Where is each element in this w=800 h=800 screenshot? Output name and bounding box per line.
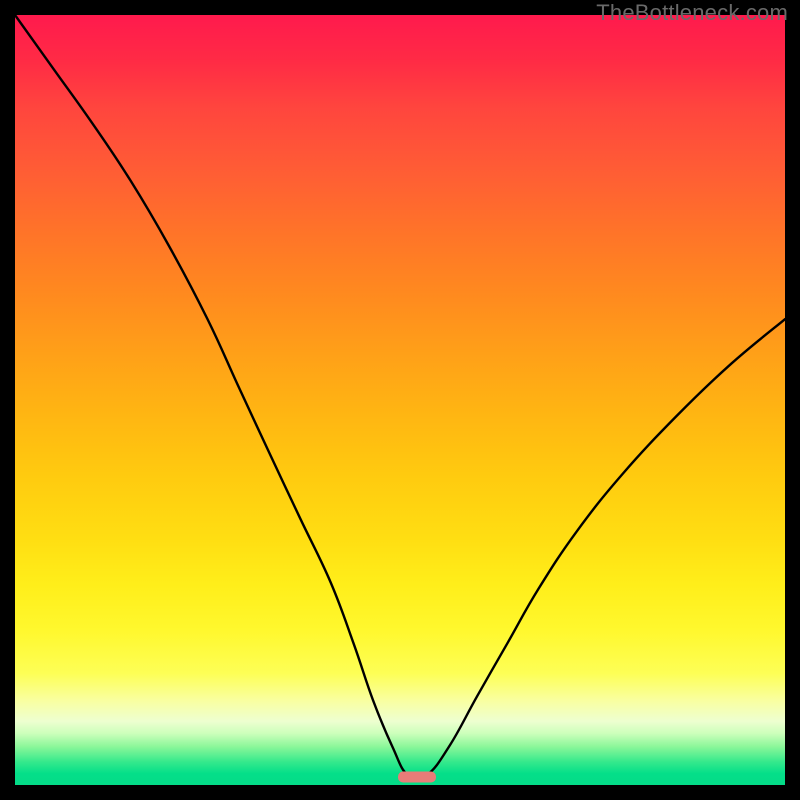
bottleneck-curve [15,15,785,785]
minimum-marker [398,772,436,783]
plot-area [15,15,785,785]
chart-container: TheBottleneck.com [0,0,800,800]
watermark-text: TheBottleneck.com [596,0,788,26]
